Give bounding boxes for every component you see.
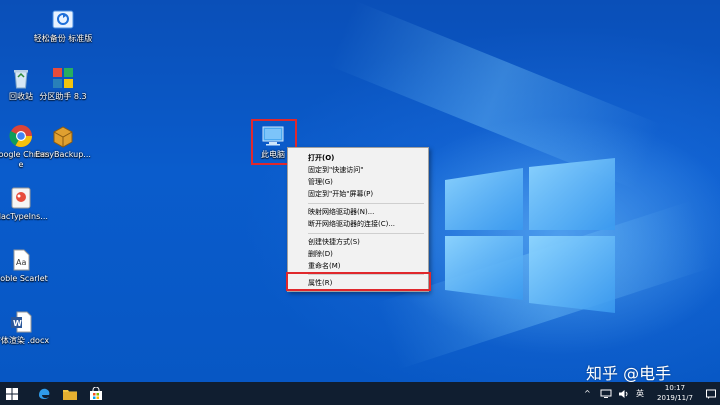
edge-icon — [39, 388, 50, 399]
network-icon — [600, 389, 612, 398]
menu-item-manage[interactable]: 管理(G) — [288, 176, 428, 188]
desktop-icon-label: 轻松备份 标准版 — [33, 34, 93, 43]
notification-icon — [706, 389, 716, 399]
taskbar-file-explorer[interactable] — [58, 382, 82, 405]
taskbar: ^ 英 — [0, 382, 720, 405]
menu-item-pin-start[interactable]: 固定到"开始"屏幕(P) — [288, 188, 428, 200]
recycle-bin-icon — [9, 66, 33, 90]
windows-logo-wallpaper — [445, 158, 615, 313]
desktop-icon-word-doc[interactable]: W 字体渲染 .docx — [0, 310, 52, 346]
svg-text:W: W — [13, 319, 22, 328]
chevron-up-icon: ^ — [584, 389, 591, 398]
desktop-icon-mactype[interactable]: MacTypeIns... — [0, 186, 52, 222]
menu-item-open[interactable]: 打开(O) — [288, 152, 428, 164]
desktop-icon-label: Noble Scarlet — [0, 274, 48, 283]
partition-assistant-icon — [51, 66, 75, 90]
desktop-icon-label: 分区助手 8.3 — [39, 92, 87, 101]
menu-item-rename[interactable]: 重命名(M) — [288, 260, 428, 272]
easybackup-icon — [51, 124, 75, 148]
desktop-icon-label: MacTypeIns... — [0, 212, 48, 221]
taskbar-store[interactable] — [84, 382, 108, 405]
desktop-icon-easybackup[interactable]: EasyBackup... — [32, 124, 94, 160]
chrome-icon — [9, 124, 33, 148]
context-menu: 打开(O) 固定到"快速访问" 管理(G) 固定到"开始"屏幕(P) 映射网络驱… — [287, 147, 429, 292]
menu-separator — [308, 233, 424, 234]
menu-item-delete[interactable]: 删除(D) — [288, 248, 428, 260]
backup-app-icon — [51, 8, 75, 32]
svg-text:Aa: Aa — [16, 258, 26, 267]
volume-icon — [619, 389, 628, 398]
windows-start-icon — [6, 387, 18, 400]
desktop-icon-label: EasyBackup... — [35, 150, 91, 159]
watermark: 知乎 @电手 — [586, 364, 672, 382]
menu-separator — [308, 203, 424, 204]
clock-date: 2019/11/7 — [657, 394, 693, 402]
menu-item-disconnect-network-drive[interactable]: 断开网络驱动器的连接(C)... — [288, 218, 428, 230]
tray-volume[interactable] — [618, 382, 630, 405]
desktop[interactable]: 轻松备份 标准版 回收站 Google Chrome MacTypeIns...… — [0, 0, 720, 382]
desktop-icon-label: 字体渲染 .docx — [0, 336, 50, 345]
mactype-icon — [9, 186, 33, 210]
clock[interactable]: 10:17 2019/11/7 — [650, 383, 700, 403]
taskbar-edge[interactable] — [32, 382, 56, 405]
ime-indicator[interactable]: 英 — [636, 382, 644, 405]
word-doc-icon: W — [9, 310, 33, 334]
tray-network[interactable] — [600, 382, 612, 405]
menu-item-create-shortcut[interactable]: 创建快捷方式(S) — [288, 236, 428, 248]
tray-chevron[interactable]: ^ — [584, 382, 591, 405]
file-explorer-icon — [63, 389, 77, 400]
menu-item-map-network-drive[interactable]: 映射网络驱动器(N)... — [288, 206, 428, 218]
tray-notifications[interactable] — [706, 382, 716, 405]
start-button[interactable] — [0, 382, 24, 405]
desktop-icon-backup[interactable]: 轻松备份 标准版 — [32, 8, 94, 44]
clock-time: 10:17 — [664, 384, 686, 392]
desktop-icon-noble-scarlet[interactable]: Aa Noble Scarlet — [0, 248, 52, 284]
document-icon: Aa — [9, 248, 33, 272]
desktop-icon-partition-assistant[interactable]: 分区助手 8.3 — [32, 66, 94, 102]
menu-item-pin-quick-access[interactable]: 固定到"快速访问" — [288, 164, 428, 176]
highlight-properties — [286, 272, 431, 291]
store-icon — [90, 386, 102, 400]
